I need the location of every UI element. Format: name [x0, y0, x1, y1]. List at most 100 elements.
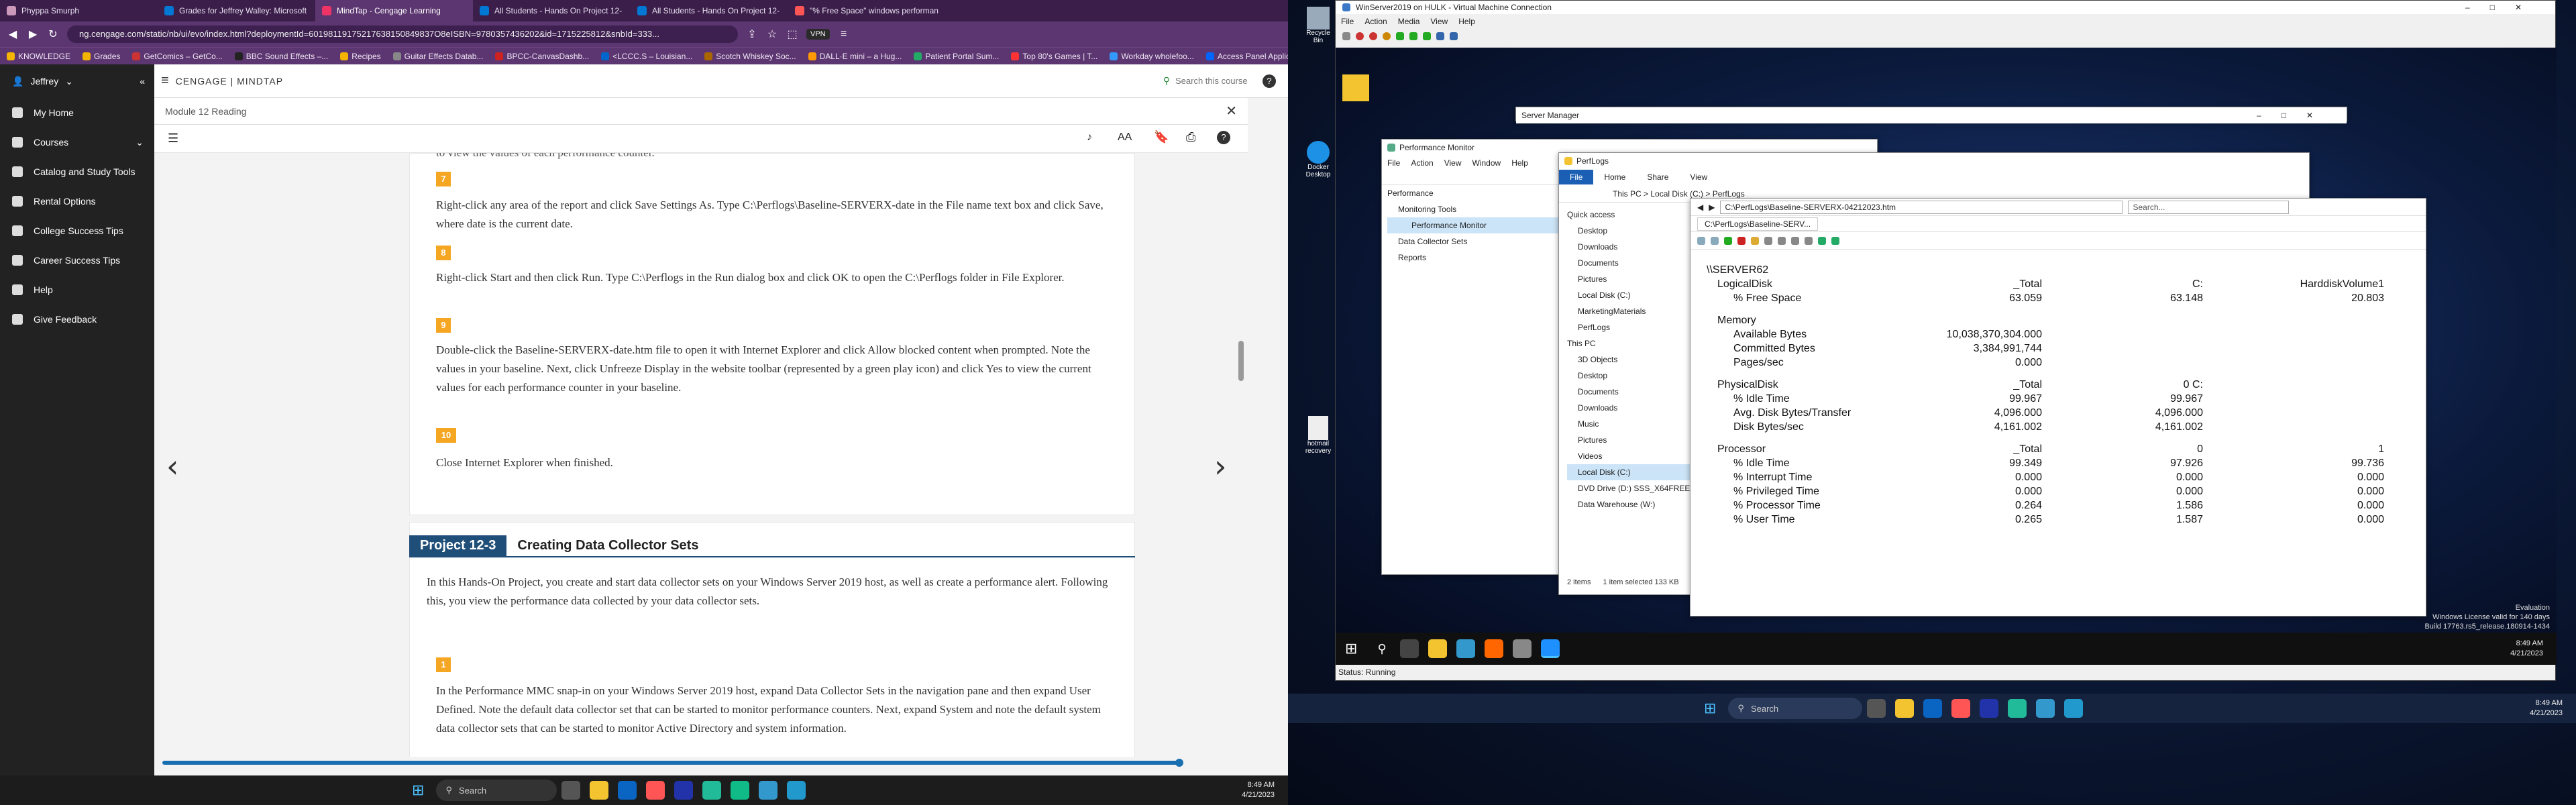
- shutdown-icon[interactable]: [1383, 32, 1391, 40]
- reading-progress-bar[interactable]: [162, 761, 1179, 765]
- bookmark[interactable]: Recipes: [340, 52, 381, 61]
- browser-tab[interactable]: All Students - Hands On Project 12-: [473, 0, 631, 21]
- task-view-icon[interactable]: [1399, 639, 1419, 658]
- menu-view[interactable]: View: [1444, 158, 1462, 168]
- ribbon-view[interactable]: View: [1679, 170, 1718, 184]
- app-icon[interactable]: [702, 781, 722, 800]
- menu-action[interactable]: Action: [1411, 158, 1433, 168]
- app-icon[interactable]: [1484, 639, 1503, 658]
- clock[interactable]: 8:49 AM 4/21/2023: [1242, 780, 1275, 800]
- user-menu[interactable]: 👤 Jeffrey ⌄ «: [0, 64, 154, 98]
- help-circle-icon[interactable]: ?: [1217, 131, 1230, 144]
- task-view-icon[interactable]: [1867, 699, 1886, 718]
- taskbar-search[interactable]: ⚲ Search: [1728, 698, 1863, 719]
- ribbon-share[interactable]: Share: [1636, 170, 1679, 184]
- window-controls[interactable]: –□✕: [2465, 3, 2542, 12]
- bookmark-icon[interactable]: 🔖: [1154, 130, 1169, 144]
- checkpoint-icon[interactable]: [1436, 32, 1444, 40]
- bookmark[interactable]: KNOWLEDGE: [7, 52, 70, 61]
- brave-icon[interactable]: [1951, 699, 1971, 718]
- pause-icon[interactable]: [1396, 32, 1404, 40]
- toc-list-icon[interactable]: ☰: [168, 131, 178, 146]
- desktop-icon-hotmail[interactable]: hotmail recovery: [1301, 416, 1335, 455]
- sidebar-item-help[interactable]: Help: [0, 275, 154, 305]
- taskbar-search[interactable]: ⚲ Search: [436, 780, 557, 801]
- ie-tab[interactable]: C:\PerfLogs\Baseline-SERV...: [1697, 217, 1819, 231]
- search-icon[interactable]: ⚲: [1377, 642, 1386, 656]
- sidebar-item-my-home[interactable]: My Home: [0, 98, 154, 127]
- menu-icon[interactable]: ≡: [838, 28, 850, 40]
- stop-icon[interactable]: [1356, 32, 1364, 40]
- internet-explorer-icon[interactable]: [1540, 639, 1560, 658]
- reload-icon[interactable]: ↻: [47, 28, 59, 41]
- file-explorer-icon[interactable]: [590, 781, 609, 800]
- ctrl-alt-del-icon[interactable]: [1342, 32, 1350, 40]
- sidebar-item-career-tips[interactable]: Career Success Tips: [0, 246, 154, 275]
- search-icon[interactable]: ⚲: [1163, 75, 1170, 87]
- server-manager-icon[interactable]: [1456, 639, 1475, 658]
- collapse-sidebar-icon[interactable]: «: [140, 76, 145, 87]
- app-icon[interactable]: [2064, 699, 2084, 718]
- menu-file[interactable]: File: [1387, 158, 1400, 168]
- share-icon[interactable]: ⇪: [746, 28, 758, 41]
- app-icon[interactable]: [787, 781, 806, 800]
- menu-view[interactable]: View: [1430, 17, 1448, 26]
- bookmark[interactable]: Grades: [83, 52, 120, 61]
- menu-file[interactable]: File: [1341, 17, 1354, 26]
- bookmark[interactable]: GetComics – GetCo...: [132, 52, 223, 61]
- print-icon[interactable]: ⎙: [1186, 130, 1195, 144]
- add-counter-icon[interactable]: [1724, 236, 1732, 245]
- windows-start-icon[interactable]: ⊞: [1345, 640, 1357, 657]
- sidebar-item-courses[interactable]: Courses ⌄: [0, 127, 154, 157]
- clock[interactable]: 8:49 AM 4/21/2023: [2530, 698, 2563, 718]
- bookmark[interactable]: BPCC-CanvasDashb...: [495, 52, 589, 61]
- close-icon[interactable]: ✕: [1226, 103, 1237, 119]
- sidebar-item-feedback[interactable]: Give Feedback: [0, 305, 154, 334]
- bookmark-star-icon[interactable]: ☆: [766, 28, 778, 41]
- help-circle-icon[interactable]: ?: [1263, 74, 1276, 88]
- previous-page-arrow-icon[interactable]: ‹: [166, 448, 178, 484]
- change-graph-icon[interactable]: [1711, 236, 1719, 245]
- folder-icon[interactable]: [1342, 74, 1369, 101]
- bookmark[interactable]: Access Panel Applic...: [1205, 52, 1288, 61]
- file-explorer-icon[interactable]: [1428, 639, 1447, 658]
- delete-counter-icon[interactable]: [1737, 236, 1746, 245]
- url-bar[interactable]: ng.cengage.com/static/nb/ui/evo/index.ht…: [67, 25, 738, 43]
- read-aloud-icon[interactable]: ♪: [1087, 131, 1092, 144]
- app-icon[interactable]: [1512, 639, 1532, 658]
- app-icon[interactable]: [2008, 699, 2027, 718]
- progress-handle[interactable]: [1175, 759, 1183, 767]
- browser-tab-active[interactable]: MindTap - Cengage Learning: [315, 0, 473, 21]
- bookmark[interactable]: Scotch Whiskey Soc...: [704, 52, 796, 61]
- hamburger-icon[interactable]: ≡: [161, 73, 169, 89]
- bookmark[interactable]: Workday wholefoo...: [1110, 52, 1194, 61]
- course-search-input[interactable]: Search this course: [1175, 76, 1263, 86]
- bookmark[interactable]: DALL·E mini – a Hug...: [808, 52, 902, 61]
- file-explorer-icon[interactable]: [1895, 699, 1915, 718]
- windows-start-icon[interactable]: ⊞: [412, 782, 424, 799]
- mindtap-logo[interactable]: CENGAGE | MINDTAP: [176, 76, 283, 87]
- scrollbar-thumb[interactable]: [1238, 341, 1244, 381]
- bookmark[interactable]: BBC Sound Effects –...: [234, 52, 328, 61]
- bookmark[interactable]: Top 80's Games | T...: [1011, 52, 1097, 61]
- vm-clock[interactable]: 8:49 AM 4/21/2023: [2510, 639, 2543, 659]
- menu-window[interactable]: Window: [1472, 158, 1501, 168]
- copy-icon[interactable]: [1764, 236, 1772, 245]
- sidebar-item-catalog[interactable]: Catalog and Study Tools: [0, 157, 154, 186]
- ie-url-bar[interactable]: C:\PerfLogs\Baseline-SERVERX-04212023.ht…: [1720, 200, 2123, 214]
- menu-media[interactable]: Media: [1398, 17, 1420, 26]
- forward-icon[interactable]: ▶: [27, 28, 39, 41]
- bookmark[interactable]: <LCCC.S – Louisian...: [601, 52, 692, 61]
- sidebar-item-rental[interactable]: Rental Options: [0, 186, 154, 216]
- browser-tab[interactable]: All Students - Hands On Project 12-: [631, 0, 788, 21]
- forward-icon[interactable]: ▶: [1709, 203, 1715, 212]
- ribbon-file[interactable]: File: [1559, 170, 1594, 184]
- app-icon[interactable]: [2036, 699, 2055, 718]
- outlook-icon[interactable]: [618, 781, 637, 800]
- browser-tab[interactable]: Grades for Jeffrey Walley: Microsoft: [158, 0, 315, 21]
- bookmark[interactable]: Patient Portal Sum...: [914, 52, 999, 61]
- menu-help[interactable]: Help: [1458, 17, 1475, 26]
- back-icon[interactable]: ◀: [7, 28, 19, 41]
- vscode-icon[interactable]: [1980, 699, 1999, 718]
- start-icon[interactable]: [1409, 32, 1417, 40]
